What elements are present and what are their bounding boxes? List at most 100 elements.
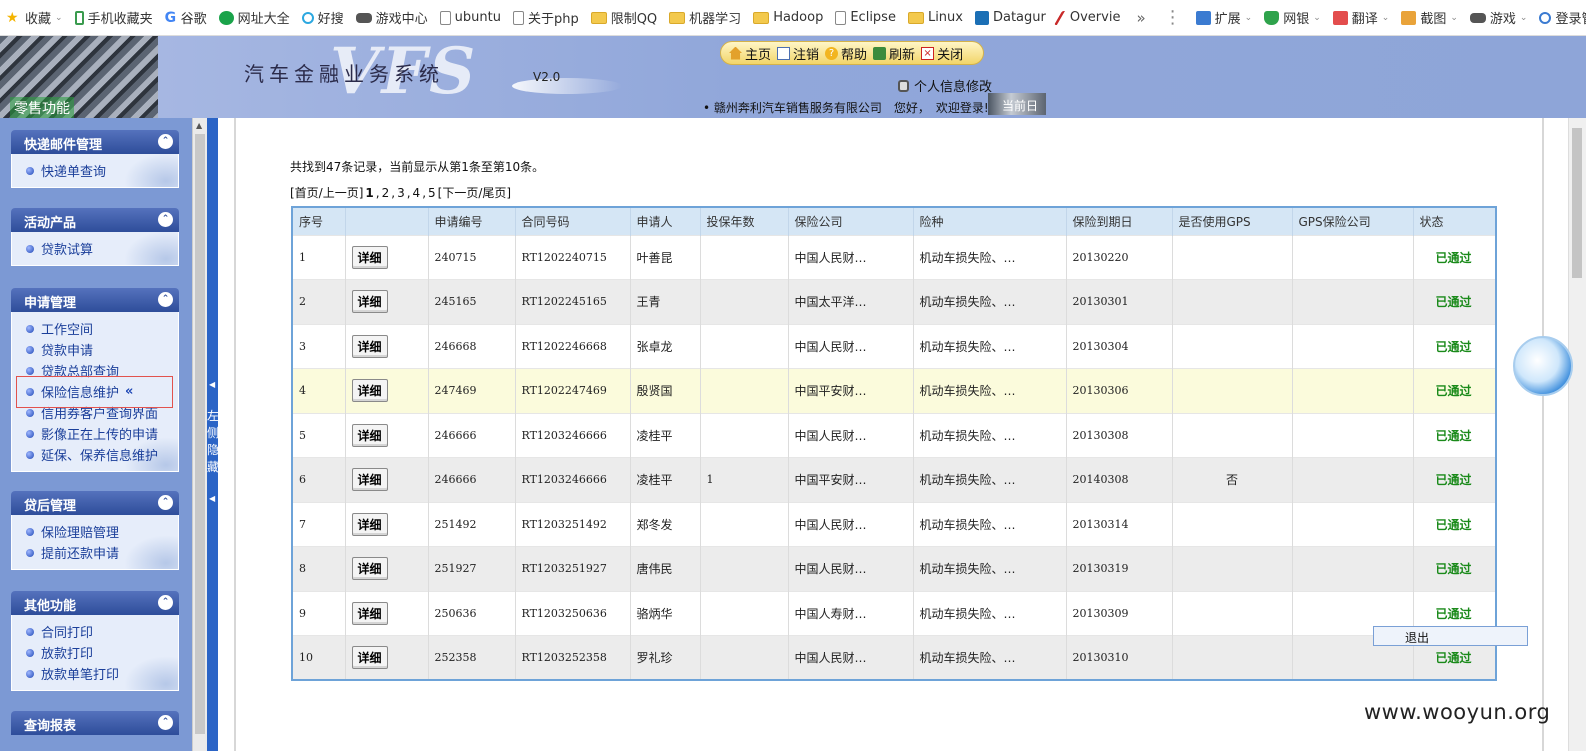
bookmark-item[interactable]: Overvie	[1052, 0, 1127, 36]
pager-first-prev[interactable]: [首页/上一页]	[290, 186, 363, 200]
sidebar-panel-header[interactable]: 查询报表 ⌃	[11, 711, 179, 735]
detail-button[interactable]: 详细	[351, 601, 388, 625]
detail-button[interactable]: 详细	[351, 245, 388, 269]
logout-icon	[777, 46, 791, 60]
bookmark-item[interactable]: Datagur	[969, 0, 1052, 36]
detail-button[interactable]: 详细	[351, 468, 388, 492]
pager-page-link[interactable]: 4	[413, 186, 421, 200]
bookmark-item[interactable]: 网址大全	[213, 0, 296, 36]
collapse-icon[interactable]: ⌃	[158, 212, 173, 227]
bookmark-item[interactable]: 关于php	[507, 0, 585, 36]
cell-insurer: 中国人民财…	[788, 412, 914, 458]
pager-page-link[interactable]: 5	[428, 186, 436, 200]
cell-expiry: 20140308	[1066, 457, 1173, 502]
pager-next-last[interactable]: [下一页/尾页]	[438, 186, 511, 200]
collapse-icon[interactable]: ⌃	[158, 495, 173, 510]
collapse-icon[interactable]: ⌃	[158, 292, 173, 307]
bookmark-item[interactable]: Hadoop	[747, 0, 829, 36]
sidebar-panel-header[interactable]: 活动产品 ⌃	[11, 208, 179, 232]
pager-page-link[interactable]: 2	[382, 186, 390, 200]
more-bookmarks-icon[interactable]: »	[1126, 9, 1155, 27]
browser-tool-item[interactable]: 截图 ⌄	[1395, 0, 1464, 36]
sidebar-menu-item[interactable]: 贷款试算	[26, 238, 178, 259]
nav-logout-button[interactable]: 注销	[777, 44, 819, 63]
browser-tool-item[interactable]: 网银 ⌄	[1258, 0, 1327, 36]
sidebar-menu-item[interactable]: 延保、保养信息维护	[26, 444, 178, 465]
sidebar-panel-header[interactable]: 贷后管理 ⌃	[11, 491, 179, 515]
collapse-left-icon[interactable]: ◀	[209, 494, 215, 503]
bookmark-item[interactable]: ★ 收藏 ⌄	[0, 0, 69, 36]
retail-function-label[interactable]: 零售功能	[10, 97, 74, 118]
bookmark-item[interactable]: Eclipse	[829, 0, 902, 36]
main-scroll-thumb[interactable]	[1572, 128, 1582, 278]
column-header: 合同号码	[515, 207, 631, 235]
browser-tool-item[interactable]: 登录管家	[1533, 0, 1586, 36]
detail-button[interactable]: 详细	[351, 290, 388, 314]
collapse-icon[interactable]: ⌃	[158, 715, 173, 730]
sidebar-menu-item[interactable]: 影像正在上传的申请	[26, 423, 178, 444]
sidebar-scroll-thumb[interactable]	[195, 134, 205, 734]
bookmark-item[interactable]: Linux	[902, 0, 969, 36]
browser-tool-item[interactable]: 翻译 ⌄	[1327, 0, 1396, 36]
bullet-icon	[26, 548, 34, 557]
nav-help-button[interactable]: ? 帮助	[825, 44, 867, 63]
sidebar-panel-header[interactable]: 快递邮件管理 ⌃	[11, 130, 179, 154]
cell-years: 1	[700, 457, 789, 502]
sidebar-menu-item[interactable]: 贷款申请	[26, 339, 178, 360]
pager-page-link[interactable]: 1	[365, 186, 373, 200]
bookmark-item[interactable]: 游戏中心	[350, 0, 434, 36]
floating-bird-widget[interactable]	[1513, 336, 1573, 396]
sidebar-menu-item[interactable]: 快递单查询	[26, 160, 178, 181]
bullet-icon	[26, 244, 34, 253]
table-header-row: 序号 申请编号 合同号码 申请人 投保年数 保险公司 险种 保险到期日 是否使用GPS GPS保险…	[292, 207, 1497, 235]
cell-app-no: 247469	[428, 368, 516, 413]
nav-home-button[interactable]: 主页	[729, 44, 771, 63]
browser-menu-icon[interactable]: ⋮	[1156, 7, 1190, 28]
nav-close-button[interactable]: × 关闭	[921, 44, 963, 63]
collapse-icon[interactable]: ⌃	[158, 134, 173, 149]
sidebar-menu-item[interactable]: 放款单笔打印	[26, 663, 178, 684]
bookmark-item[interactable]: 手机收藏夹	[69, 0, 159, 36]
cell-status: 已通过	[1413, 457, 1497, 502]
sidebar-panel-header[interactable]: 其他功能 ⌃	[11, 591, 179, 615]
sidebar-scrollbar[interactable]: ▲	[192, 118, 207, 751]
detail-button[interactable]: 详细	[351, 423, 388, 447]
table-row: 4 详细 247469 RT1202247469 殷贤国 中国平安财… 机动车损失险、… 20…	[292, 368, 1497, 413]
sidebar-panel-body: 快递单查询	[11, 154, 179, 188]
profile-edit-link[interactable]: 个人信息修改	[898, 76, 992, 95]
bookmark-item[interactable]: 机器学习	[663, 0, 747, 36]
sidebar-menu-item[interactable]: 提前还款申请	[26, 542, 178, 563]
sidebar-panel-header[interactable]: 申请管理 ⌃	[11, 288, 179, 312]
cell-app-no: 251492	[428, 501, 516, 547]
collapse-icon[interactable]: ⌃	[158, 595, 173, 610]
exit-button[interactable]: 退出	[1373, 626, 1528, 646]
cell-years	[700, 368, 789, 413]
bookmark-item[interactable]: ubuntu	[434, 0, 507, 36]
bookmark-bar: ★ 收藏 ⌄ 手机收藏夹 G 谷歌 网址大全 好搜 游戏中心 ubuntu 关于php 限制QQ 机器学…	[0, 0, 1586, 36]
pager-page-link[interactable]: 3	[397, 186, 405, 200]
chart-icon	[974, 10, 989, 25]
detail-button[interactable]: 详细	[351, 512, 388, 536]
cell-gps: 否	[1172, 457, 1293, 502]
sidebar-menu-item[interactable]: 保险理赔管理	[26, 521, 178, 542]
main-scrollbar[interactable]	[1568, 118, 1586, 751]
collapse-left-icon[interactable]: ◀	[209, 380, 215, 389]
detail-button[interactable]: 详细	[351, 646, 388, 669]
detail-button[interactable]: 详细	[351, 379, 388, 403]
nav-refresh-button[interactable]: 刷新	[873, 44, 915, 63]
browser-tool-item[interactable]: 游戏 ⌄	[1464, 0, 1534, 36]
bookmark-item[interactable]: 限制QQ	[585, 0, 663, 36]
hide-sidebar-label[interactable]: 左侧隐藏	[207, 408, 219, 476]
scroll-up-icon[interactable]: ▲	[196, 121, 202, 130]
browser-tool-item[interactable]: 扩展 ⌄	[1190, 0, 1259, 36]
detail-button[interactable]: 详细	[351, 557, 388, 581]
sidebar-menu-item[interactable]: 工作空间	[26, 318, 178, 339]
sidebar-menu-item[interactable]: 放款打印	[26, 642, 178, 663]
sidebar-menu-item[interactable]: 合同打印	[26, 621, 178, 642]
column-header: 保险公司	[788, 207, 914, 235]
bookmark-item[interactable]: 好搜	[296, 0, 350, 36]
column-header: 申请人	[630, 207, 701, 235]
bookmark-item[interactable]: G 谷歌	[159, 0, 213, 36]
login-manager-icon	[1539, 11, 1552, 24]
detail-button[interactable]: 详细	[351, 334, 388, 358]
